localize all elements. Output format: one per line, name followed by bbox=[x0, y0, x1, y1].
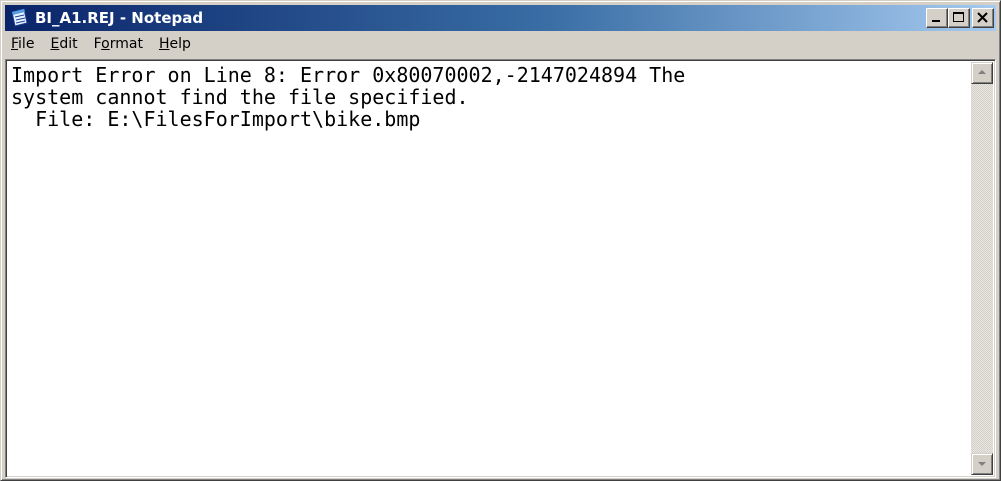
notepad-icon[interactable] bbox=[8, 7, 30, 29]
scroll-up-button[interactable] bbox=[971, 62, 993, 84]
vertical-scrollbar[interactable] bbox=[971, 62, 993, 475]
close-button[interactable] bbox=[972, 8, 994, 28]
notepad-window: BI_A1.REJ - Notepad File Edit Format Hel… bbox=[0, 0, 1001, 481]
editor-text[interactable]: Import Error on Line 8: Error 0x80070002… bbox=[11, 64, 959, 472]
maximize-button[interactable] bbox=[948, 8, 970, 28]
menu-format[interactable]: Format bbox=[86, 34, 151, 54]
menu-file[interactable]: File bbox=[5, 34, 42, 54]
scroll-down-arrow-icon bbox=[978, 462, 986, 466]
window-title: BI_A1.REJ - Notepad bbox=[35, 9, 204, 27]
minimize-icon bbox=[932, 20, 940, 22]
scroll-down-button[interactable] bbox=[971, 453, 993, 475]
minimize-button[interactable] bbox=[926, 8, 948, 28]
title-bar[interactable]: BI_A1.REJ - Notepad bbox=[5, 5, 996, 31]
title-buttons bbox=[926, 8, 994, 28]
menu-bar: File Edit Format Help bbox=[5, 32, 996, 56]
text-editor[interactable]: Import Error on Line 8: Error 0x80070002… bbox=[5, 59, 996, 478]
scroll-up-arrow-icon bbox=[978, 70, 986, 74]
maximize-icon bbox=[953, 12, 964, 22]
menu-help[interactable]: Help bbox=[151, 34, 199, 54]
close-icon bbox=[977, 12, 988, 23]
menu-edit[interactable]: Edit bbox=[42, 34, 85, 54]
